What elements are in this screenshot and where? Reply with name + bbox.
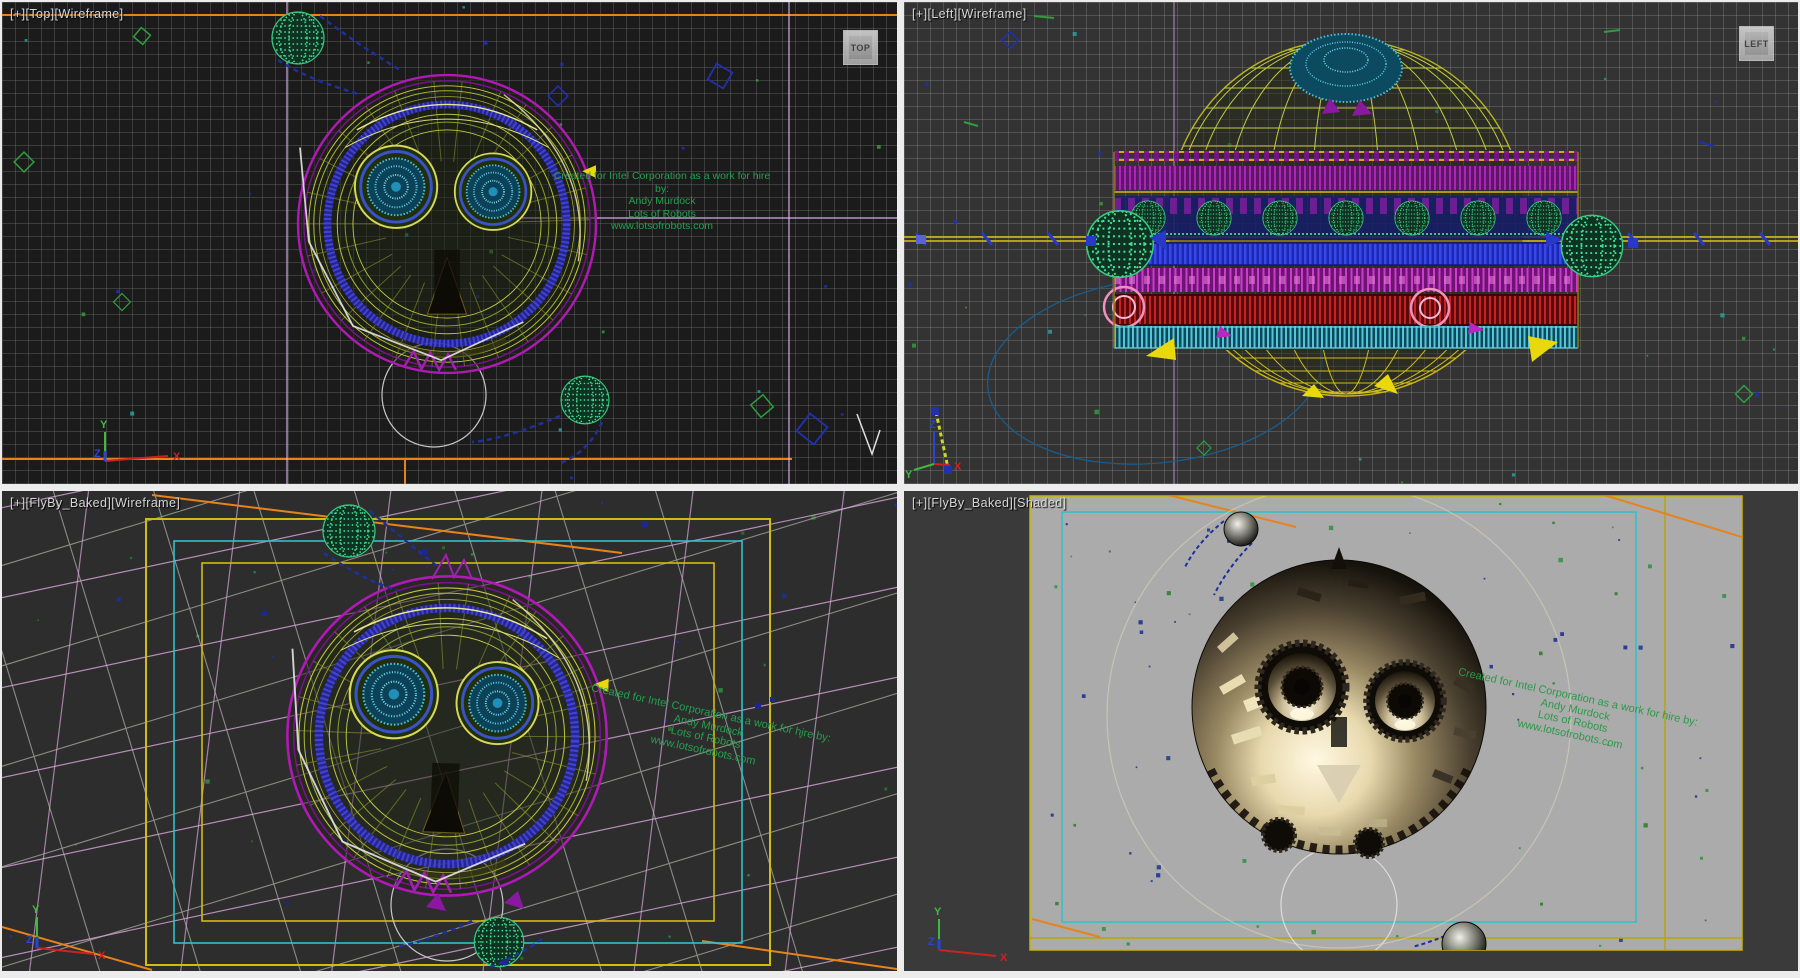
viewcube-top[interactable]: TOP [843, 30, 878, 65]
wireframe-owl-satellite[interactable] [282, 571, 612, 901]
wireframe-satellite-side[interactable] [1086, 34, 1638, 398]
axis-tripod: Z Y X [905, 419, 962, 481]
flyby-shaded-scene: Y X Z [904, 491, 1798, 971]
axis-tripod: Y X Z [94, 419, 181, 463]
axis-tripod: Y X Z [928, 906, 1008, 964]
wireframe-owl-satellite[interactable] [298, 75, 596, 373]
viewport-label-left[interactable]: [+][Left][Wireframe] [912, 7, 1027, 21]
viewport-flyby-shaded[interactable]: Y X Z [+][FlyBy_Baked][Shaded] Created f… [904, 491, 1798, 971]
owl-eye-right [1366, 662, 1443, 739]
green-sphere[interactable] [272, 12, 324, 64]
viewport-label-top[interactable]: [+][Top][Wireframe] [10, 7, 124, 21]
top-view-scene: Y X Z [2, 2, 897, 484]
viewport-top[interactable]: Y X Z [+][Top][Wireframe] TOP Created fo… [2, 2, 897, 484]
svg-text:X: X [1000, 952, 1008, 964]
viewport-label-flyby-wireframe[interactable]: [+][FlyBy_Baked][Wireframe] [10, 496, 180, 510]
svg-text:X: X [98, 950, 106, 962]
svg-text:Z: Z [26, 934, 33, 946]
left-view-scene: Z Y X [904, 2, 1798, 484]
axis-tripod: Y X Z [26, 904, 106, 962]
green-sphere[interactable] [474, 917, 523, 966]
viewport-quad: Y X Z [+][Top][Wireframe] TOP Created fo… [0, 0, 1800, 978]
flyby-wireframe-scene: Y X Z [2, 491, 897, 971]
green-sphere[interactable] [323, 505, 375, 557]
axis-x-label: X [173, 451, 181, 463]
svg-text:Y: Y [32, 904, 40, 916]
axis-z-label: Z [94, 448, 101, 460]
svg-text:Z: Z [929, 419, 936, 431]
svg-text:Z: Z [928, 936, 935, 948]
green-sphere[interactable] [561, 376, 609, 424]
viewport-left[interactable]: Z Y X [+][Left][Wireframe] LEFT [904, 2, 1798, 484]
axis-y-label: Y [100, 419, 108, 431]
svg-text:Y: Y [934, 906, 942, 918]
svg-text:X: X [954, 461, 962, 473]
viewcube-left[interactable]: LEFT [1739, 26, 1774, 61]
viewport-label-flyby-shaded[interactable]: [+][FlyBy_Baked][Shaded] [912, 496, 1066, 510]
shaded-sphere-small[interactable] [1442, 922, 1486, 966]
svg-text:Y: Y [905, 469, 913, 481]
viewport-flyby-wireframe[interactable]: Y X Z [+][FlyBy_Baked][Wireframe] Create… [2, 491, 897, 971]
shaded-sphere-small[interactable] [1224, 512, 1258, 546]
